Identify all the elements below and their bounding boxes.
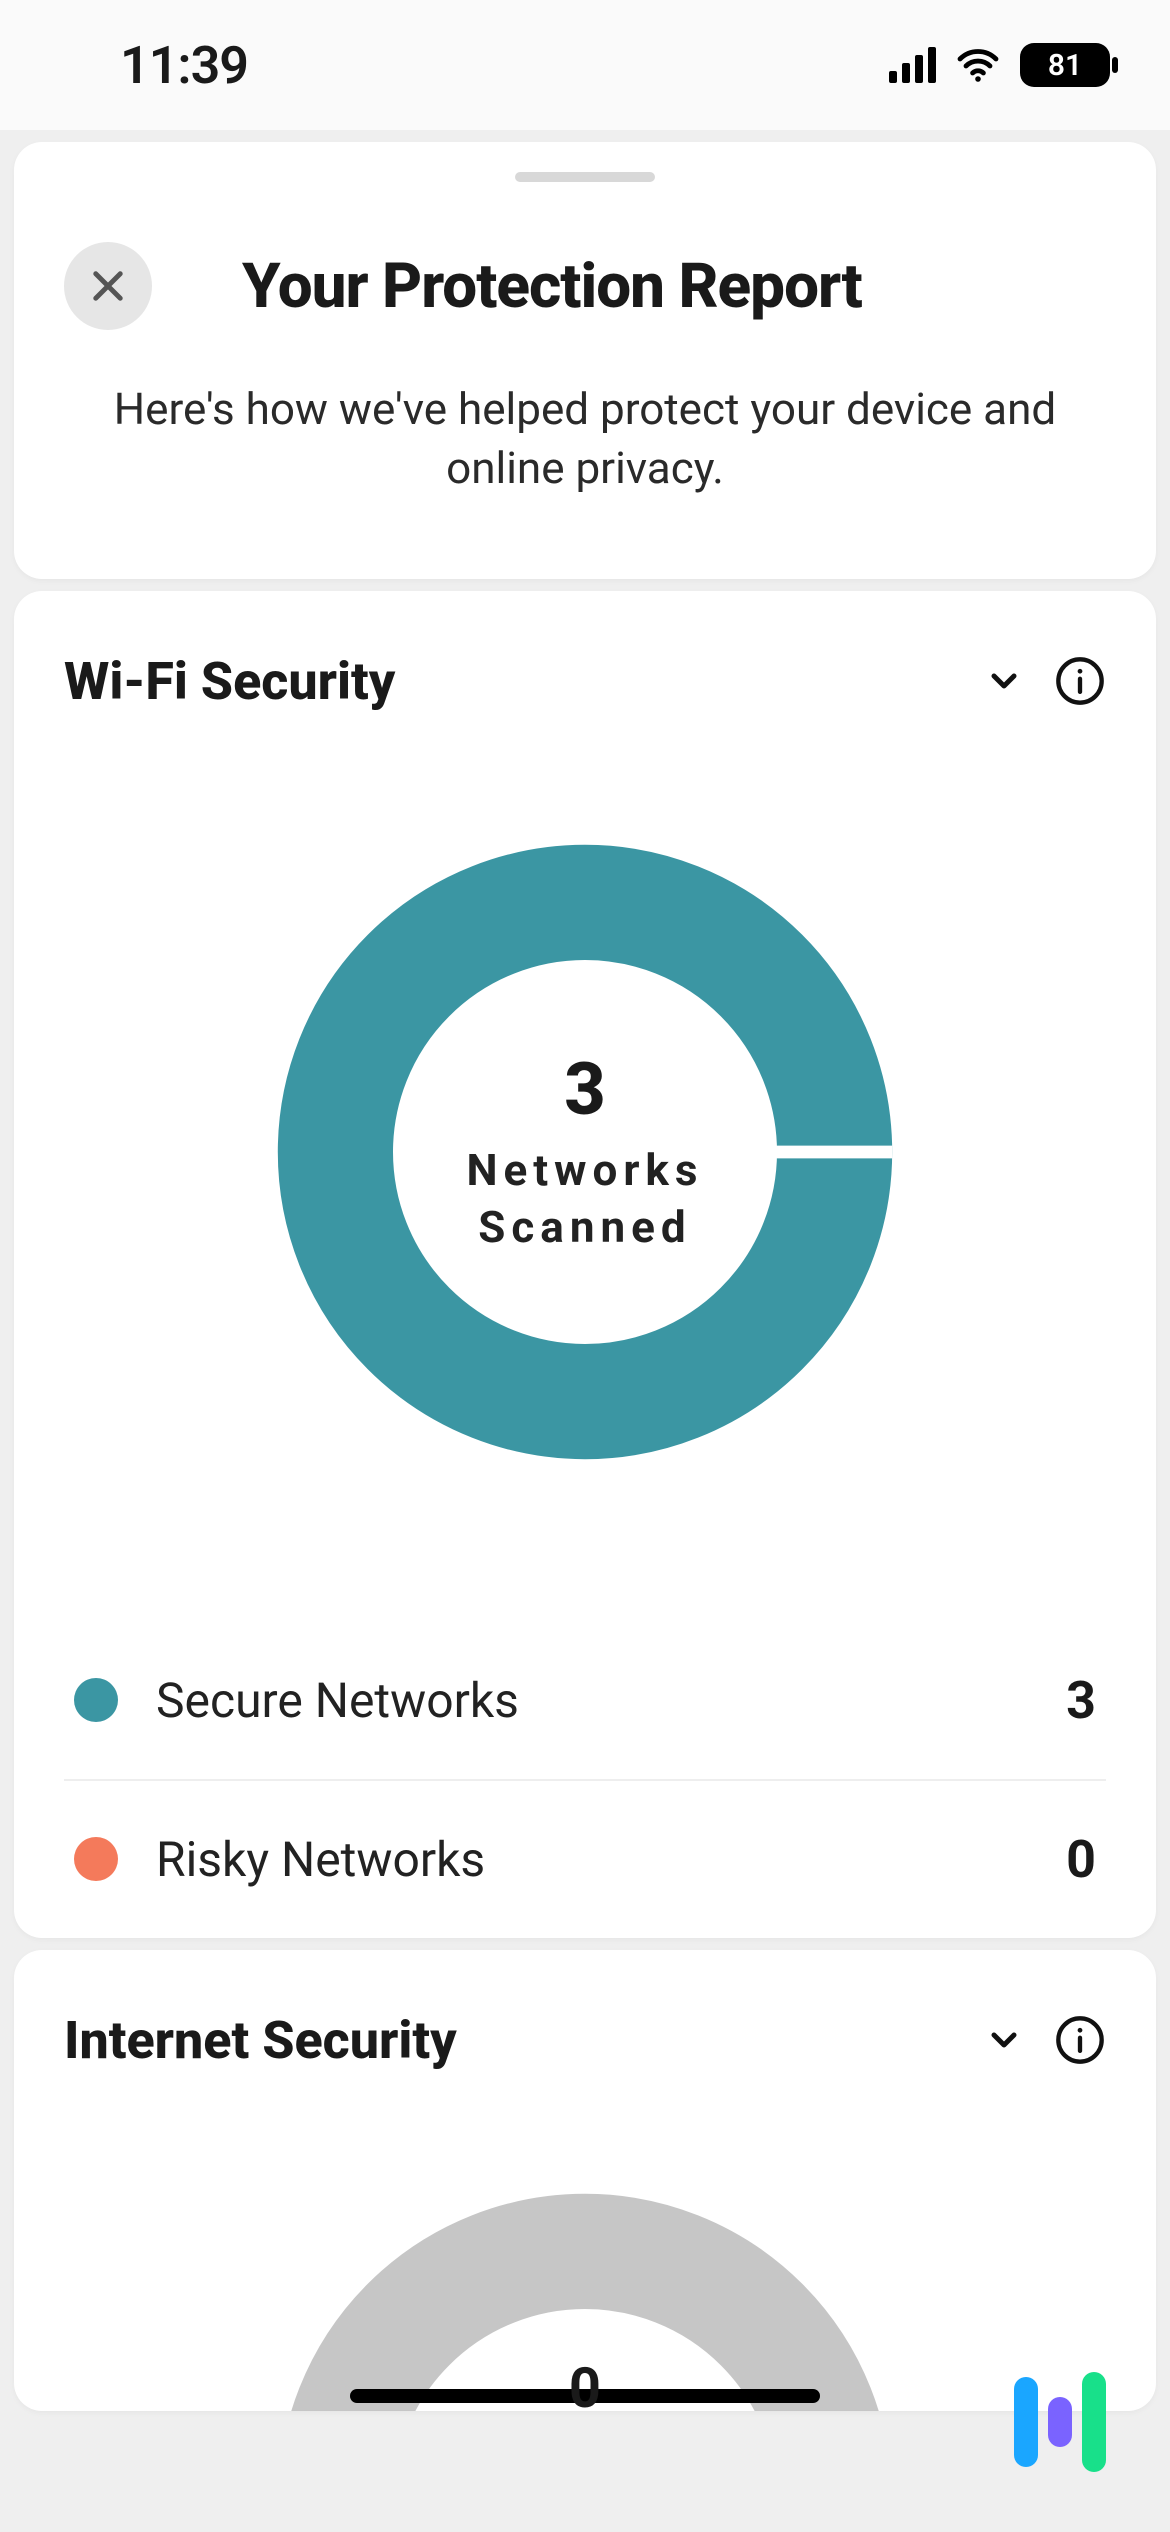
close-icon: [87, 265, 129, 307]
wifi-expand-toggle[interactable]: [984, 661, 1024, 701]
wifi-networks-label: Networks Scanned: [466, 1142, 703, 1256]
brand-bar-icon: [1082, 2372, 1106, 2472]
legend-value-secure: 3: [1066, 1670, 1096, 1731]
legend-value-risky: 0: [1066, 1829, 1096, 1890]
battery-percent: 81: [1048, 48, 1082, 83]
internet-info-button[interactable]: [1054, 2014, 1106, 2066]
cellular-signal-icon: [889, 47, 936, 83]
legend-dot-risky: [74, 1837, 118, 1881]
battery-indicator: 81: [1020, 43, 1110, 87]
wifi-info-button[interactable]: [1054, 655, 1106, 707]
wifi-section-title: Wi-Fi Security: [64, 651, 954, 712]
internet-expand-toggle[interactable]: [984, 2020, 1024, 2060]
legend-row-secure: Secure Networks 3: [64, 1622, 1106, 1779]
chevron-down-icon: [984, 661, 1024, 701]
info-icon: [1054, 2014, 1106, 2066]
internet-security-card: Internet Security 0: [14, 1950, 1156, 2411]
page-title: Your Protection Report: [242, 250, 1106, 323]
legend-row-risky: Risky Networks 0: [64, 1779, 1106, 1938]
wifi-networks-count: 3: [564, 1047, 606, 1132]
close-button[interactable]: [64, 242, 152, 330]
internet-gauge: 0: [64, 2071, 1106, 2411]
legend-label-risky: Risky Networks: [156, 1831, 1028, 1888]
status-indicators: 81: [889, 41, 1110, 89]
status-time: 11:39: [120, 35, 248, 96]
chevron-down-icon: [984, 2020, 1024, 2060]
report-header-card: Your Protection Report Here's how we've …: [14, 142, 1156, 579]
wifi-security-card: Wi-Fi Security 3 Net: [14, 591, 1156, 1938]
legend-dot-secure: [74, 1678, 118, 1722]
legend-label-secure: Secure Networks: [156, 1672, 1028, 1729]
sheet-grabber[interactable]: [515, 172, 655, 182]
brand-bar-icon: [1048, 2397, 1072, 2447]
brand-fab-button[interactable]: [990, 2352, 1130, 2492]
info-icon: [1054, 655, 1106, 707]
wifi-legend: Secure Networks 3 Risky Networks 0: [64, 1622, 1106, 1938]
wifi-icon: [954, 41, 1002, 89]
status-bar: 11:39 81: [0, 0, 1170, 130]
wifi-donut-chart: 3 Networks Scanned: [64, 712, 1106, 1612]
gauge-tick-zero: 0: [569, 2355, 601, 2411]
brand-bar-icon: [1014, 2377, 1038, 2467]
page-subtitle: Here's how we've helped protect your dev…: [64, 380, 1106, 499]
internet-section-title: Internet Security: [64, 2010, 954, 2071]
